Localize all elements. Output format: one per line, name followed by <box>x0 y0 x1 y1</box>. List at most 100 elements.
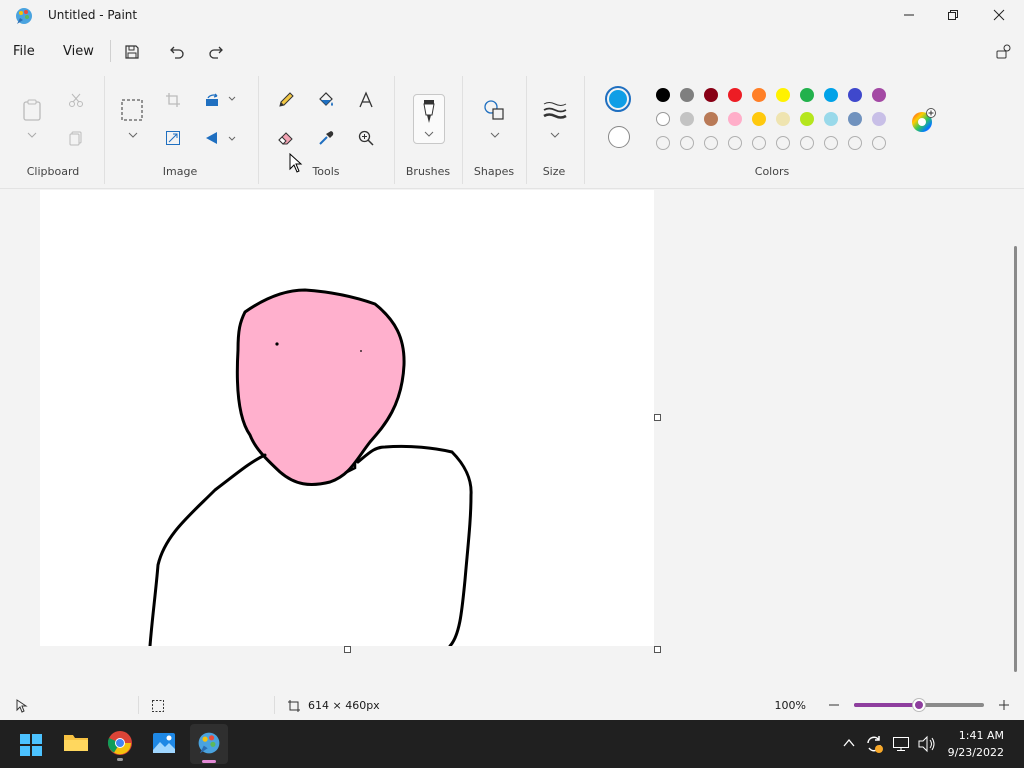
update-icon[interactable] <box>864 734 884 754</box>
undo-button[interactable] <box>165 40 189 64</box>
paste-button[interactable] <box>18 96 46 124</box>
fill-tool[interactable] <box>312 86 340 114</box>
taskbar-time[interactable]: 1:41 AM <box>938 729 1004 742</box>
palette-swatch[interactable] <box>800 112 814 126</box>
text-icon <box>359 91 373 108</box>
selection-size-icon <box>152 700 164 712</box>
copy-button[interactable] <box>62 124 90 152</box>
color-picker-tool[interactable] <box>312 124 340 152</box>
resize-icon <box>166 131 180 145</box>
magnifier-tool[interactable] <box>352 124 380 152</box>
cut-button[interactable] <box>62 86 90 114</box>
menu-view[interactable]: View <box>63 44 94 59</box>
custom-color-slot[interactable] <box>776 136 790 150</box>
palette-swatch[interactable] <box>704 88 718 102</box>
eyedropper-icon <box>319 131 334 145</box>
edit-colors-button[interactable] <box>910 108 936 132</box>
chevron-down-icon <box>228 96 236 101</box>
text-tool[interactable] <box>352 86 380 114</box>
taskbar-paint[interactable] <box>190 724 228 764</box>
secondary-color-swatch[interactable] <box>608 126 630 148</box>
chevron-up-icon[interactable] <box>843 738 855 748</box>
palette-swatch[interactable] <box>728 88 742 102</box>
zoom-slider-thumb[interactable] <box>913 699 925 711</box>
line-size-icon <box>543 102 567 119</box>
pencil-tool[interactable] <box>272 86 300 114</box>
mouse-cursor-icon <box>289 153 303 173</box>
palette-swatch[interactable] <box>776 112 790 126</box>
size-button[interactable] <box>541 96 569 124</box>
custom-color-slot[interactable] <box>752 136 766 150</box>
palette-swatch[interactable] <box>728 112 742 126</box>
palette-swatch[interactable] <box>824 88 838 102</box>
share-button[interactable] <box>992 40 1016 64</box>
palette-swatch[interactable] <box>800 88 814 102</box>
ribbon-separator <box>394 76 395 184</box>
taskbar-photos[interactable] <box>151 730 181 760</box>
drawing-canvas[interactable] <box>40 190 654 648</box>
save-button[interactable] <box>120 40 144 64</box>
zoom-percentage[interactable]: 100% <box>766 699 806 712</box>
custom-color-slot[interactable] <box>800 136 814 150</box>
resize-button[interactable] <box>159 124 187 152</box>
group-label-brushes: Brushes <box>405 165 451 178</box>
drawing-svg <box>148 288 473 648</box>
close-button[interactable] <box>976 0 1022 30</box>
shapes-button[interactable] <box>480 96 508 124</box>
palette-swatch[interactable] <box>824 112 838 126</box>
brushes-button[interactable] <box>413 94 445 144</box>
volume-icon[interactable] <box>917 735 937 753</box>
resize-handle-bottom[interactable] <box>344 646 351 653</box>
custom-color-slot[interactable] <box>680 136 694 150</box>
palette-swatch[interactable] <box>848 112 862 126</box>
palette-swatch[interactable] <box>656 88 670 102</box>
network-icon[interactable] <box>892 735 910 753</box>
palette-swatch[interactable] <box>704 112 718 126</box>
palette-swatch[interactable] <box>776 88 790 102</box>
zoom-out-button[interactable] <box>826 697 842 713</box>
start-button[interactable] <box>18 732 44 758</box>
redo-button[interactable] <box>204 40 228 64</box>
palette-swatch[interactable] <box>752 112 766 126</box>
rotate-button[interactable] <box>198 86 226 114</box>
taskbar-date[interactable]: 9/23/2022 <box>938 746 1004 759</box>
palette-swatch[interactable] <box>656 112 670 126</box>
palette-swatch[interactable] <box>848 88 862 102</box>
ribbon-bottom-border <box>0 188 1024 189</box>
custom-color-slot[interactable] <box>728 136 742 150</box>
palette-swatch[interactable] <box>680 112 694 126</box>
custom-color-slot[interactable] <box>656 136 670 150</box>
ribbon-separator <box>258 76 259 184</box>
drawn-eye-right <box>360 350 362 352</box>
ribbon-separator <box>526 76 527 184</box>
palette-swatch[interactable] <box>872 88 886 102</box>
custom-color-slot[interactable] <box>704 136 718 150</box>
select-button[interactable] <box>118 96 146 124</box>
custom-color-slot[interactable] <box>872 136 886 150</box>
zoom-slider[interactable] <box>854 699 984 711</box>
palette-swatch[interactable] <box>752 88 766 102</box>
shapes-icon <box>484 100 504 120</box>
crop-button[interactable] <box>159 86 187 114</box>
resize-handle-corner[interactable] <box>654 646 661 653</box>
vertical-scrollbar[interactable] <box>1014 246 1017 672</box>
resize-handle-right[interactable] <box>654 414 661 421</box>
taskbar-chrome[interactable] <box>107 730 137 761</box>
plus-icon <box>999 700 1009 710</box>
palette-swatch[interactable] <box>680 88 694 102</box>
eraser-tool[interactable] <box>272 124 300 152</box>
taskbar-file-explorer[interactable] <box>62 730 92 760</box>
minimize-button[interactable] <box>886 0 932 30</box>
palette-swatch[interactable] <box>872 112 886 126</box>
menu-file[interactable]: File <box>13 44 35 59</box>
chevron-down-icon <box>228 136 236 141</box>
custom-color-slot[interactable] <box>848 136 862 150</box>
custom-color-slot[interactable] <box>824 136 838 150</box>
group-label-clipboard: Clipboard <box>26 165 80 178</box>
primary-color-swatch[interactable] <box>605 86 631 112</box>
flip-button[interactable] <box>198 124 226 152</box>
restore-button[interactable] <box>930 0 976 30</box>
title-bar: Untitled - Paint <box>0 0 1024 32</box>
zoom-in-button[interactable] <box>996 697 1012 713</box>
paint-bucket-icon <box>319 92 333 106</box>
